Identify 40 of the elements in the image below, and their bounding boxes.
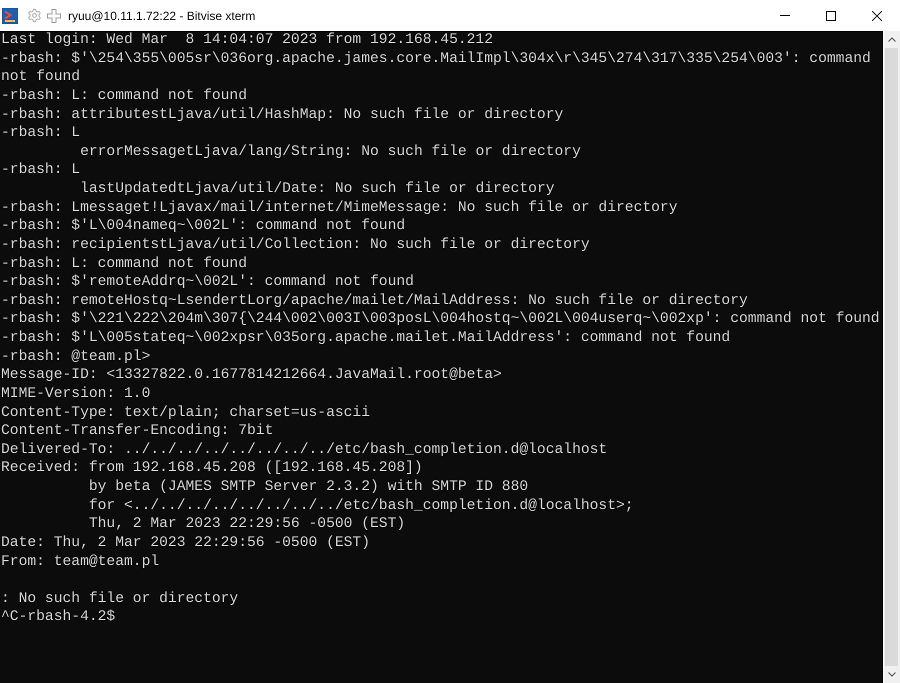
plus-icon[interactable] [46, 8, 62, 24]
terminal-line: -rbash: attributestLjava/util/HashMap: No such file or directory [1, 106, 564, 122]
window-title: ryuu@10.11.1.72:22 - Bitvise xterm [68, 8, 256, 24]
chevron-down-icon [888, 672, 896, 677]
terminal-line: -rbash: $'remoteAddrq~\002L': command not found [1, 274, 414, 290]
terminal-line: Content-Type: text/plain; charset=us-ascii [1, 404, 370, 420]
close-icon [872, 10, 882, 20]
terminal-line: Message-ID: <13327822.0.1677814212664.JavaMail.root@beta> [1, 367, 502, 384]
terminal-line: -rbash: L: command not found [1, 88, 248, 104]
terminal-line: errorMessagetLjava/lang/String: No such file or directory [80, 144, 581, 160]
terminal-line: -rbash: $'\221\222\204m\307{\244\002\003I\003posL\004hostq~\002L\004userq~\002xp': command not found [1, 311, 880, 328]
terminal-line: for <../../../../../../../../etc/bash_completion.d@localhost>; [88, 498, 634, 514]
terminal-line: Content-Transfer-Encoding: 7bit [1, 423, 274, 440]
terminal-line: Delivered-To: ../../../../../../../../etc/bash_completion.d@localhost [1, 442, 608, 458]
terminal-line: -rbash: @team.pl> [1, 348, 150, 365]
terminal-line: -rbash: L: command not found [1, 256, 248, 272]
terminal-logo-icon[interactable] [2, 8, 18, 24]
terminal-line: not found [1, 69, 80, 86]
minimize-icon [780, 15, 790, 16]
terminal-line: -rbash: recipientstLjava/util/Collection: No such file or directory [1, 236, 590, 253]
terminal-line: ^C-rbash-4.2$ [1, 609, 116, 626]
terminal-line: -rbash: $'L\004nameq~\002L': command not found [1, 218, 406, 234]
terminal-line: by beta (JAMES SMTP Server 2.3.2) with SMTP ID 880 [88, 479, 528, 495]
terminal-line: MIME-Version: 1.0 [1, 386, 150, 402]
settings-icon[interactable] [27, 8, 42, 23]
terminal-line: -rbash: $'L\005stateq~\002xpsr\035org.apache.mailet.MailAddress': command not found [1, 330, 730, 346]
terminal-line: Thu, 2 Mar 2023 22:29:56 -0500 (EST) [88, 516, 406, 532]
maximize-icon [826, 10, 836, 20]
terminal-line: -rbash: L [1, 162, 80, 178]
terminal-line: -rbash: L [1, 125, 80, 142]
terminal-line: : No such file or directory [1, 590, 238, 607]
terminal-line: Date: Thu, 2 Mar 2023 22:29:56 -0500 (EST) [1, 534, 370, 551]
terminal-line: -rbash: remoteHostq~LsendertLorg/apache/mailet/MailAddress: No such file or directory [1, 292, 748, 309]
terminal-line: Received: from 192.168.45.208 ([192.168.45.208]) [1, 460, 423, 476]
terminal-line: -rbash: $'\254\355\005sr\036org.apache.james.core.MailImpl\304x\r\345\274\317\335\254\003': command [1, 50, 871, 67]
terminal-line: lastUpdatedtLjava/util/Date: No such file or directory [80, 181, 555, 197]
terminal-line: Last login: Wed Mar 8 14:04:07 2023 from 192.168.45.212 [1, 32, 494, 48]
terminal-line: -rbash: Lmessaget!Ljavax/mail/internet/MimeMessage: No such file or directory [1, 200, 678, 216]
chevron-up-icon [888, 37, 896, 42]
terminal-line: From: team@team.pl [1, 554, 160, 570]
